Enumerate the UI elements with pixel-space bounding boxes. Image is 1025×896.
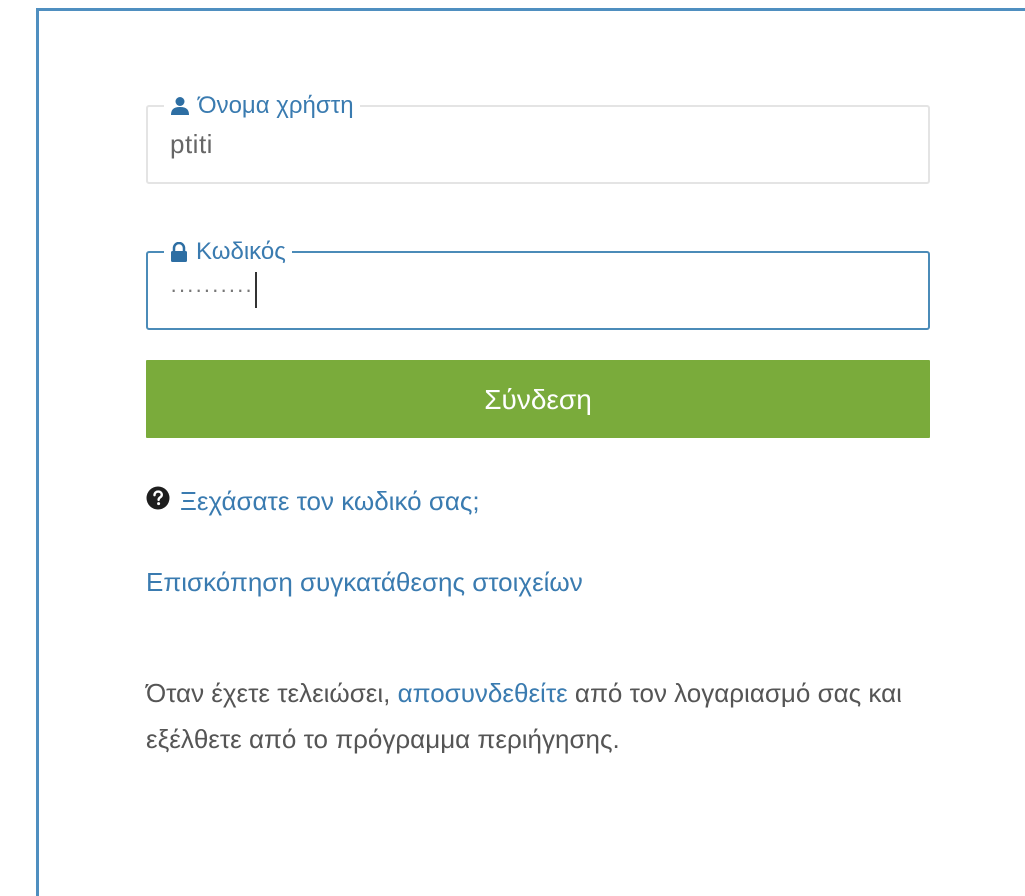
password-input[interactable]: ·········· [170,272,906,308]
username-input[interactable]: ptiti [170,126,906,162]
password-legend: Κωδικός [164,238,292,266]
login-button[interactable]: Σύνδεση [146,360,930,438]
forgot-password-row: Ξεχάσατε τον κωδικό σας; [146,486,930,517]
logout-note: Όταν έχετε τελειώσει, αποσυνδεθείτε από … [146,670,906,762]
password-fieldset: Κωδικός ·········· [146,238,930,330]
username-label: Όνομα χρήστη [198,92,354,119]
logout-note-prefix: Όταν έχετε τελειώσει, [146,678,398,708]
password-masked-value: ·········· [170,277,254,302]
user-icon [170,96,190,116]
username-fieldset: Όνομα χρήστη ptiti [146,92,930,184]
forgot-password-link[interactable]: Ξεχάσατε τον κωδικό σας; [180,486,480,517]
password-label: Κωδικός [196,238,286,265]
username-legend: Όνομα χρήστη [164,92,360,120]
lock-icon [170,242,188,262]
consent-overview-link[interactable]: Επισκόπηση συγκατάθεσης στοιχείων [146,567,583,597]
question-circle-icon [146,486,170,517]
page: Όνομα χρήστη ptiti Κωδικός ·········· Σύ… [0,0,1025,896]
logout-link[interactable]: αποσυνδεθείτε [398,678,568,708]
login-form: Όνομα χρήστη ptiti Κωδικός ·········· Σύ… [146,92,930,762]
text-caret [255,272,258,308]
consent-row: Επισκόπηση συγκατάθεσης στοιχείων [146,567,930,598]
